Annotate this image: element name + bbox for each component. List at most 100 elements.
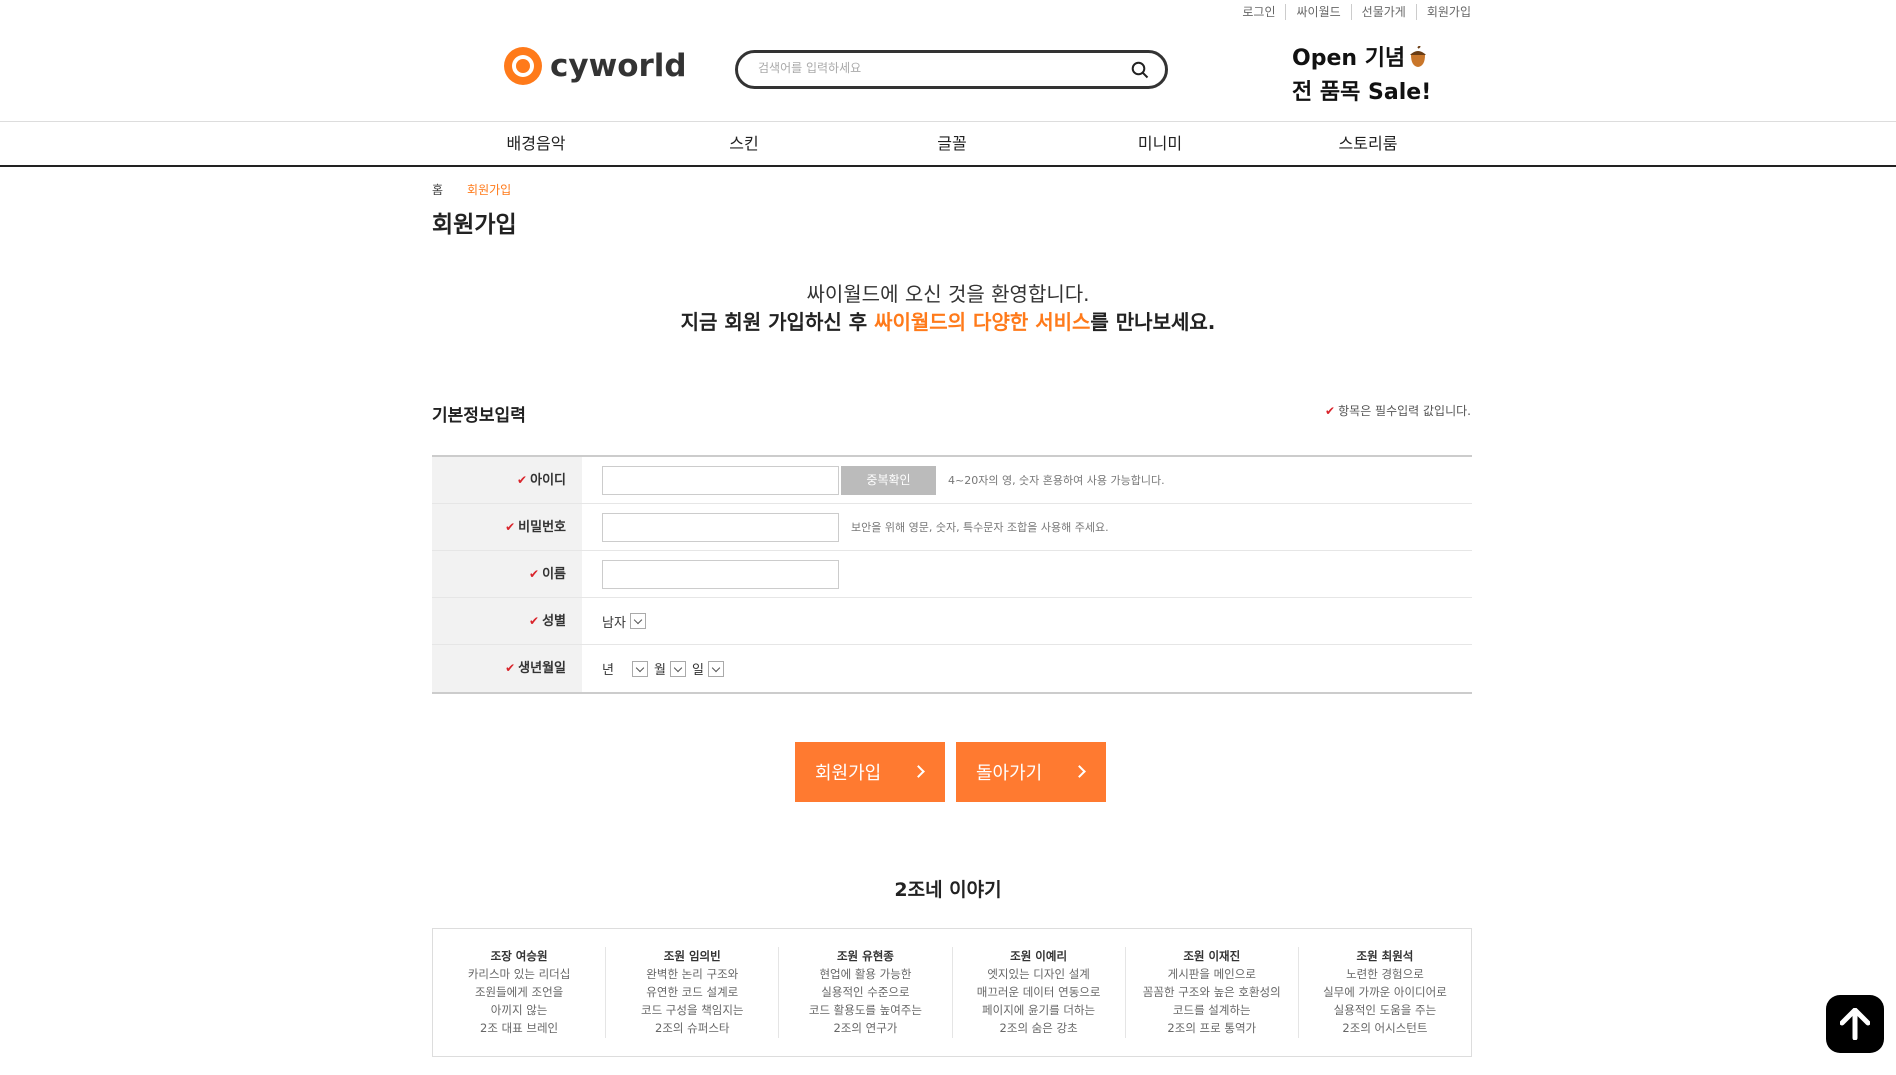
member-desc: 매끄러운 데이터 연동으로 [976,985,1101,999]
member-desc: 코드를 설계하는 [1172,1003,1251,1017]
member-desc: 엣지있는 디자인 설계 [987,967,1090,981]
search-icon[interactable] [1131,61,1149,79]
year-label: 년 [602,663,614,678]
required-note: ✔ 항목은 필수입력 값입니다. [1325,402,1471,419]
member-desc: 현업에 활용 가능한 [819,967,912,981]
welcome-line1: 싸이월드에 오신 것을 환영합니다. [806,282,1090,306]
birth-label-text: 생년월일 [518,661,566,676]
member-name: 조원 이예리 [1010,949,1068,963]
logo-text: cyworld [550,48,687,84]
member-desc: 조원들에게 조언을 [474,985,564,999]
gender-select[interactable]: 남자 [602,612,646,631]
birth-year-select[interactable]: 년 [602,659,614,678]
id-label: ✔ 아이디 [432,457,582,503]
birth-label: ✔ 생년월일 [432,645,582,692]
join-button[interactable]: 회원가입 [795,742,945,802]
search-input[interactable] [758,54,1118,82]
nav-bgm[interactable]: 배경음악 [432,122,640,166]
id-input[interactable] [602,465,839,495]
gift-shop-link[interactable]: 선물가게 [1350,4,1416,20]
team-member: 조원 이재진 게시판을 메인으로 꼼꼼한 구조와 높은 호환성의 코드를 설계하… [1126,947,1299,1038]
gender-value: 남자 [602,615,626,631]
breadcrumb-home[interactable]: 홈 [432,181,443,198]
team-member: 조원 이예리 엣지있는 디자인 설계 매끄러운 데이터 연동으로 페이지에 윤기… [953,947,1126,1038]
birth-day-select[interactable]: 일 [692,659,724,678]
duplicate-check-button[interactable]: 중복확인 [841,465,936,495]
back-button-label: 돌아가기 [976,763,1043,784]
member-desc: 유연한 코드 설계로 [646,985,739,999]
team-member: 조원 최원석 노련한 경험으로 실무에 가까운 아이디어로 실용적인 도움을 주… [1299,947,1471,1038]
breadcrumb-current: 회원가입 [467,183,512,197]
gender-label-text: 성별 [542,614,566,629]
required-note-text: 항목은 필수입력 값입니다. [1338,404,1471,418]
birth-month-select[interactable]: 월 [654,659,686,678]
nav-storyroom[interactable]: 스토리룸 [1264,122,1472,166]
login-link[interactable]: 로그인 [1232,4,1285,20]
promo-line2: 전 품목 Sale! [1292,80,1432,105]
signup-link[interactable]: 회원가입 [1415,4,1471,20]
team-member: 조장 여승원 카리스마 있는 리더십 조원들에게 조언을 아끼지 않는 2조 대… [433,947,607,1038]
logo-icon [504,47,542,85]
password-input[interactable] [602,512,839,542]
promo-line1: Open 기념 [1292,46,1406,71]
member-desc: 완벽한 논리 구조와 [646,967,739,981]
member-desc: 2조의 어시스턴트 [1342,1021,1428,1035]
join-button-label: 회원가입 [815,763,882,784]
birth-year-dropdown[interactable] [628,660,648,677]
member-desc: 꼼꼼한 구조와 높은 호환성의 [1142,985,1281,999]
member-desc: 2조의 연구가 [833,1021,898,1035]
search-box [735,50,1168,89]
member-name: 조원 임의빈 [663,949,721,963]
member-desc: 2조 대표 브레인 [480,1021,559,1035]
name-input[interactable] [602,559,839,589]
chevron-right-icon [1073,765,1086,778]
member-name: 조장 여승원 [490,949,548,963]
chevron-right-icon [912,765,925,778]
promo-banner[interactable]: Open 기념 전 품목 Sale! [1292,42,1431,110]
welcome-highlight: 싸이월드의 다양한 서비스 [874,310,1091,334]
welcome-line2-suffix: 를 만나보세요. [1090,310,1216,334]
member-desc: 2조의 프로 통역가 [1167,1021,1257,1035]
member-name: 조원 유현종 [836,949,894,963]
team-member: 조원 임의빈 완벽한 논리 구조와 유연한 코드 설계로 코드 구성을 책임지는… [606,947,780,1038]
password-hint: 보안을 위해 영문, 숫자, 특수문자 조합을 사용해 주세요. [851,521,1109,534]
welcome-line2-prefix: 지금 회원 가입하신 후 [680,310,875,334]
nav-font[interactable]: 글꼴 [848,122,1056,166]
check-icon: ✔ [505,520,516,534]
back-button[interactable]: 돌아가기 [956,742,1106,802]
member-desc: 2조의 숨은 강초 [999,1021,1078,1035]
id-hint: 4~20자의 영, 숫자 혼용하여 사용 가능합니다. [948,474,1165,487]
member-desc: 카리스마 있는 리더십 [467,967,571,981]
member-desc: 페이지에 윤기를 더하는 [982,1003,1096,1017]
password-label-text: 비밀번호 [518,520,566,535]
form-row-name: ✔ 이름 [432,551,1472,598]
breadcrumb: 홈 회원가입 [432,181,511,198]
form-buttons: 회원가입 돌아가기 [795,742,1106,802]
check-icon: ✔ [517,473,528,487]
cyworld-logo[interactable]: cyworld [504,47,687,85]
check-icon: ✔ [529,614,540,628]
nav-minimi[interactable]: 미니미 [1056,122,1264,166]
id-label-text: 아이디 [530,473,566,488]
form-row-birth: ✔ 생년월일 년 월 일 [432,645,1472,692]
page-title: 회원가입 [432,212,517,238]
gender-label: ✔ 성별 [432,598,582,644]
check-icon: ✔ [505,661,516,675]
name-label-text: 이름 [542,567,566,582]
arrow-up-icon [1840,1008,1870,1040]
member-name: 조원 최원석 [1356,949,1414,963]
member-desc: 아끼지 않는 [490,1003,548,1017]
main-nav: 배경음악 스킨 글꼴 미니미 스토리룸 [0,121,1896,167]
cyworld-link[interactable]: 싸이월드 [1285,4,1350,20]
form-row-id: ✔ 아이디 중복확인 4~20자의 영, 숫자 혼용하여 사용 가능합니다. [432,457,1472,504]
member-desc: 게시판을 메인으로 [1167,967,1256,981]
check-icon: ✔ [529,567,540,581]
member-desc: 코드 구성을 책임지는 [640,1003,744,1017]
member-desc: 실무에 가까운 아이디어로 [1323,985,1447,999]
scroll-top-button[interactable] [1826,995,1884,1053]
nav-skin[interactable]: 스킨 [640,122,848,166]
password-label: ✔ 비밀번호 [432,504,582,550]
day-label: 일 [691,663,704,678]
member-desc: 노련한 경험으로 [1346,967,1424,981]
signup-form: ✔ 아이디 중복확인 4~20자의 영, 숫자 혼용하여 사용 가능합니다. ✔ 비… [432,455,1472,694]
